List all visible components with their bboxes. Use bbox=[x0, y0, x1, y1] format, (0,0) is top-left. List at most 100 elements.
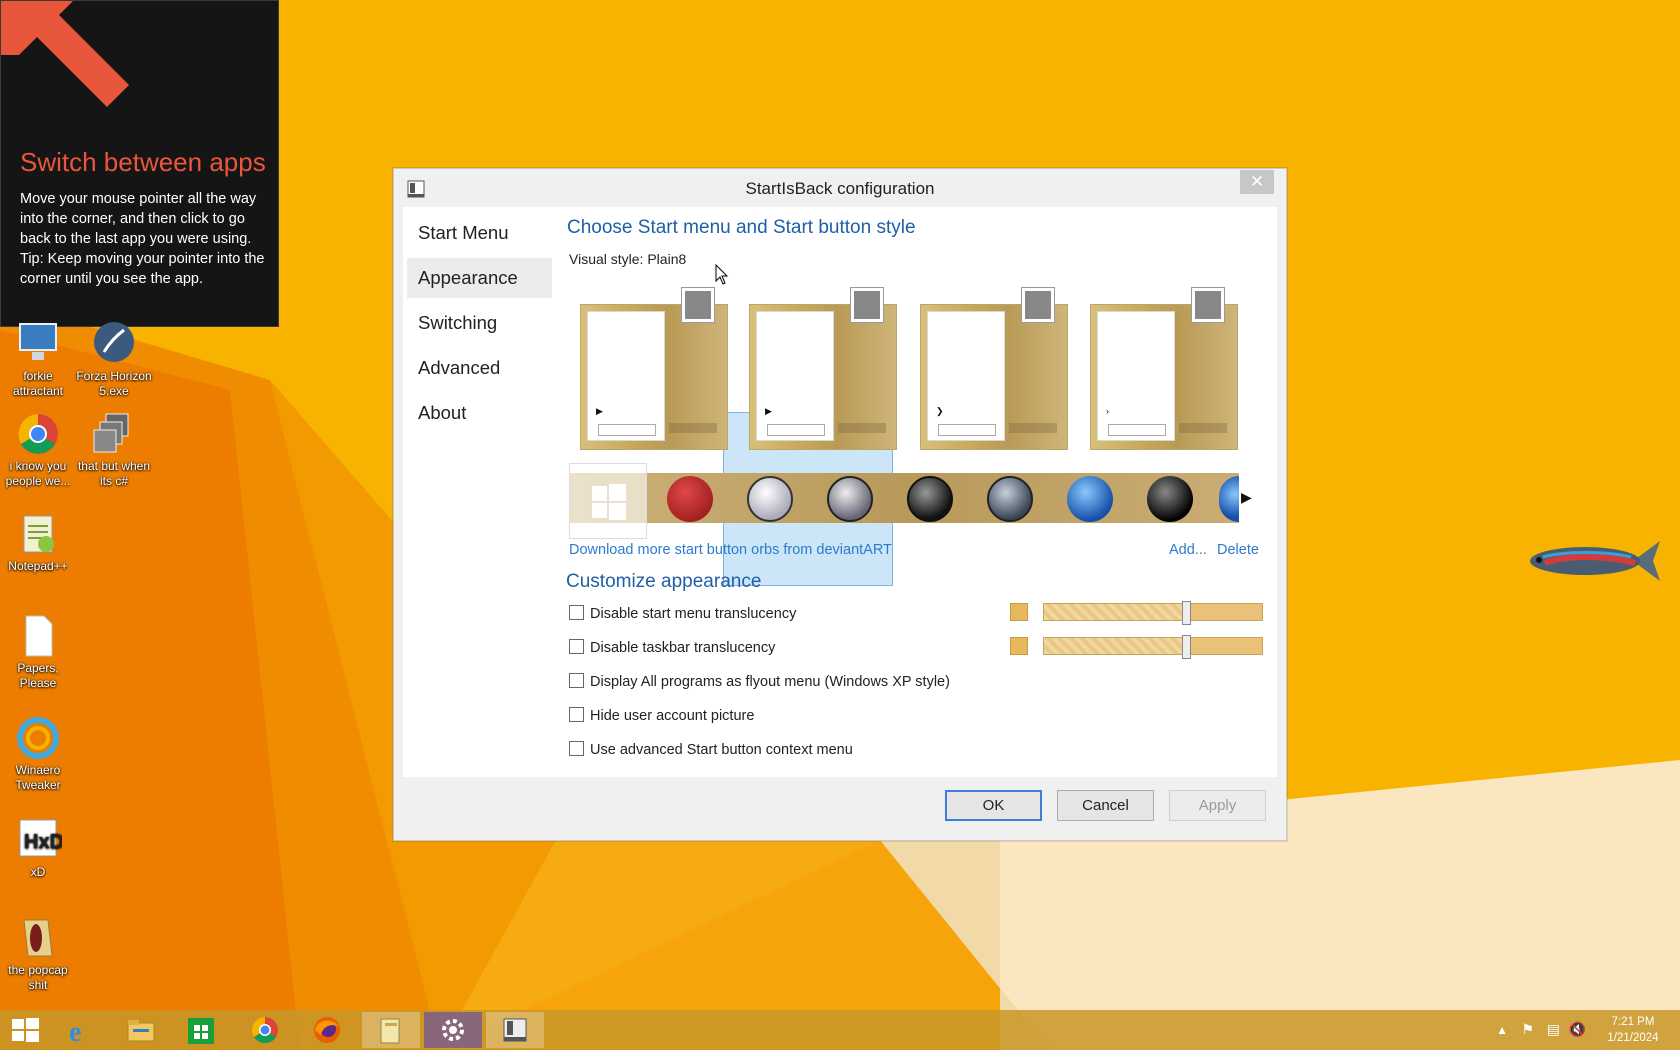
start-button[interactable] bbox=[0, 1012, 50, 1048]
nav-start-menu[interactable]: Start Menu bbox=[407, 213, 552, 253]
file-icon bbox=[25, 615, 53, 657]
desktop-icon-notepadpp[interactable]: Notepad++ bbox=[0, 512, 76, 574]
orb-win7-blue-icon[interactable] bbox=[1067, 476, 1113, 522]
option-disable-start-translucency[interactable]: Disable start menu translucency bbox=[569, 605, 796, 622]
arrow-right-icon: ▶ bbox=[596, 406, 603, 416]
chevron-up-icon[interactable]: ▲ bbox=[1496, 1023, 1508, 1037]
start-orb-strip bbox=[569, 463, 1239, 539]
style-preview-3[interactable]: ❯ bbox=[920, 287, 1068, 450]
add-orb-link[interactable]: Add... bbox=[1169, 542, 1207, 558]
windows-logo-icon bbox=[592, 484, 626, 520]
taskbar-color-swatch[interactable] bbox=[1010, 637, 1028, 655]
checkbox[interactable] bbox=[569, 639, 584, 654]
mouse-cursor-icon bbox=[715, 264, 729, 285]
close-button[interactable]: ✕ bbox=[1240, 170, 1274, 194]
flag-icon[interactable]: ⚑ bbox=[1521, 1021, 1534, 1038]
option-disable-taskbar-translucency[interactable]: Disable taskbar translucency bbox=[569, 639, 775, 656]
desktop-icon-forkie[interactable]: forkie attractant bbox=[0, 322, 76, 399]
clock-date: 1/21/2024 bbox=[1607, 1032, 1659, 1044]
orb-vista-icon[interactable] bbox=[987, 476, 1033, 522]
taskbar-chrome[interactable] bbox=[236, 1012, 294, 1048]
taskbar-translucency-slider[interactable] bbox=[1043, 635, 1263, 659]
cancel-button[interactable]: Cancel bbox=[1057, 790, 1154, 821]
orb-win7-white-icon[interactable] bbox=[747, 476, 793, 522]
nav-advanced[interactable]: Advanced bbox=[407, 348, 552, 388]
apply-button[interactable]: Apply bbox=[1169, 790, 1266, 821]
user-avatar-icon bbox=[1191, 287, 1225, 323]
option-label: Disable start menu translucency bbox=[590, 606, 797, 622]
dialog-titlebar[interactable]: StartIsBack configuration ✕ bbox=[394, 169, 1286, 207]
desktop-icon-winaero[interactable]: Winaero Tweaker bbox=[0, 716, 76, 793]
option-flyout-all-programs[interactable]: Display All programs as flyout menu (Win… bbox=[569, 673, 950, 690]
download-orbs-link[interactable]: Download more start button orbs from dev… bbox=[569, 542, 892, 558]
file-explorer-icon bbox=[127, 1020, 155, 1042]
desktop-icon-chrome-shortcut[interactable]: i know you people we... bbox=[0, 412, 76, 489]
startisback-config-dialog: StartIsBack configuration ✕ Start Menu A… bbox=[393, 168, 1287, 841]
option-advanced-context-menu[interactable]: Use advanced Start button context menu bbox=[569, 741, 853, 758]
desktop-icon-csharp[interactable]: that but when its c# bbox=[76, 412, 152, 489]
taskbar-folder-app[interactable] bbox=[362, 1012, 420, 1048]
orb-christmas-icon[interactable] bbox=[667, 476, 713, 522]
taskbar-startisback[interactable] bbox=[486, 1012, 544, 1048]
nav-about[interactable]: About bbox=[407, 393, 552, 433]
desktop-icon-papers-please[interactable]: Papers, Please bbox=[0, 614, 76, 691]
slider-thumb[interactable] bbox=[1182, 601, 1191, 625]
taskbar-file-explorer[interactable] bbox=[112, 1012, 170, 1048]
firefox-icon bbox=[314, 1017, 340, 1043]
close-icon: ✕ bbox=[1249, 172, 1265, 191]
start-menu-color-swatch[interactable] bbox=[1010, 603, 1028, 621]
nav-switching[interactable]: Switching bbox=[407, 303, 552, 343]
style-preview-1[interactable]: ▶ bbox=[580, 287, 728, 450]
desktop-icon-label: forkie attractant bbox=[12, 369, 64, 398]
option-label: Display All programs as flyout menu (Win… bbox=[590, 674, 950, 690]
fish-icon bbox=[1530, 541, 1660, 581]
orb-win7-dark-icon[interactable] bbox=[907, 476, 953, 522]
tip-title: Switch between apps bbox=[20, 147, 266, 177]
orb-win7-silver-icon[interactable] bbox=[827, 476, 873, 522]
checkbox[interactable] bbox=[569, 707, 584, 722]
slider-thumb[interactable] bbox=[1182, 635, 1191, 659]
delete-orb-link[interactable]: Delete bbox=[1217, 542, 1259, 558]
option-label: Use advanced Start button context menu bbox=[590, 742, 853, 758]
nav-appearance[interactable]: Appearance bbox=[407, 258, 552, 298]
corner-tip-panel: Switch between apps Move your mouse poin… bbox=[0, 0, 279, 327]
checkbox[interactable] bbox=[569, 741, 584, 756]
chevron-right-icon[interactable]: ▶ bbox=[1241, 489, 1252, 506]
svg-text:HxD: HxD bbox=[24, 831, 62, 853]
checkbox[interactable] bbox=[569, 673, 584, 688]
ok-button[interactable]: OK bbox=[945, 790, 1042, 821]
orb-partial-icon[interactable] bbox=[1219, 476, 1239, 522]
tip-body: Move your mouse pointer all the way into… bbox=[20, 189, 265, 289]
style-preview-4[interactable]: › bbox=[1090, 287, 1238, 450]
option-label: Hide user account picture bbox=[590, 708, 755, 724]
user-avatar-icon bbox=[850, 287, 884, 323]
checkbox[interactable] bbox=[569, 605, 584, 620]
style-preview-2[interactable]: ▶ bbox=[749, 287, 897, 450]
desktop-icon-popcap[interactable]: the popcap shit bbox=[0, 916, 76, 993]
search-box-icon bbox=[767, 424, 825, 436]
desktop-icon-label: i know you people we... bbox=[5, 459, 71, 488]
search-box-icon bbox=[1108, 424, 1166, 436]
orb-black-icon[interactable] bbox=[1147, 476, 1193, 522]
visual-style-label: Visual style: bbox=[569, 251, 644, 267]
popcap-icon bbox=[23, 919, 53, 957]
taskbar-store[interactable] bbox=[172, 1012, 230, 1048]
hxd-icon: HxD bbox=[19, 819, 64, 857]
user-avatar-icon bbox=[681, 287, 715, 323]
desktop-icon-label: Notepad++ bbox=[8, 559, 68, 573]
taskbar-firefox[interactable] bbox=[298, 1012, 356, 1048]
taskbar-settings[interactable] bbox=[424, 1012, 482, 1048]
desktop-icon-forza[interactable]: Forza Horizon 5.exe bbox=[76, 322, 152, 399]
start-menu-translucency-slider[interactable] bbox=[1043, 601, 1263, 625]
option-hide-user-picture[interactable]: Hide user account picture bbox=[569, 707, 754, 724]
network-icon[interactable]: ▤ bbox=[1547, 1021, 1560, 1038]
speaker-muted-icon[interactable]: 🔇 bbox=[1569, 1021, 1586, 1038]
taskbar-internet-explorer[interactable]: e bbox=[52, 1012, 110, 1048]
desktop-icon-hxd[interactable]: HxD xD bbox=[0, 818, 76, 880]
orb-windows8[interactable] bbox=[569, 463, 647, 539]
visual-style-row: Visual style: Plain8 bbox=[569, 251, 686, 267]
system-clock[interactable]: 7:21 PM 1/21/2024 bbox=[1598, 1014, 1668, 1046]
arrow-right-icon: › bbox=[1106, 406, 1109, 416]
arrow-up-left-icon bbox=[1, 1, 129, 107]
forza-icon bbox=[94, 322, 134, 362]
